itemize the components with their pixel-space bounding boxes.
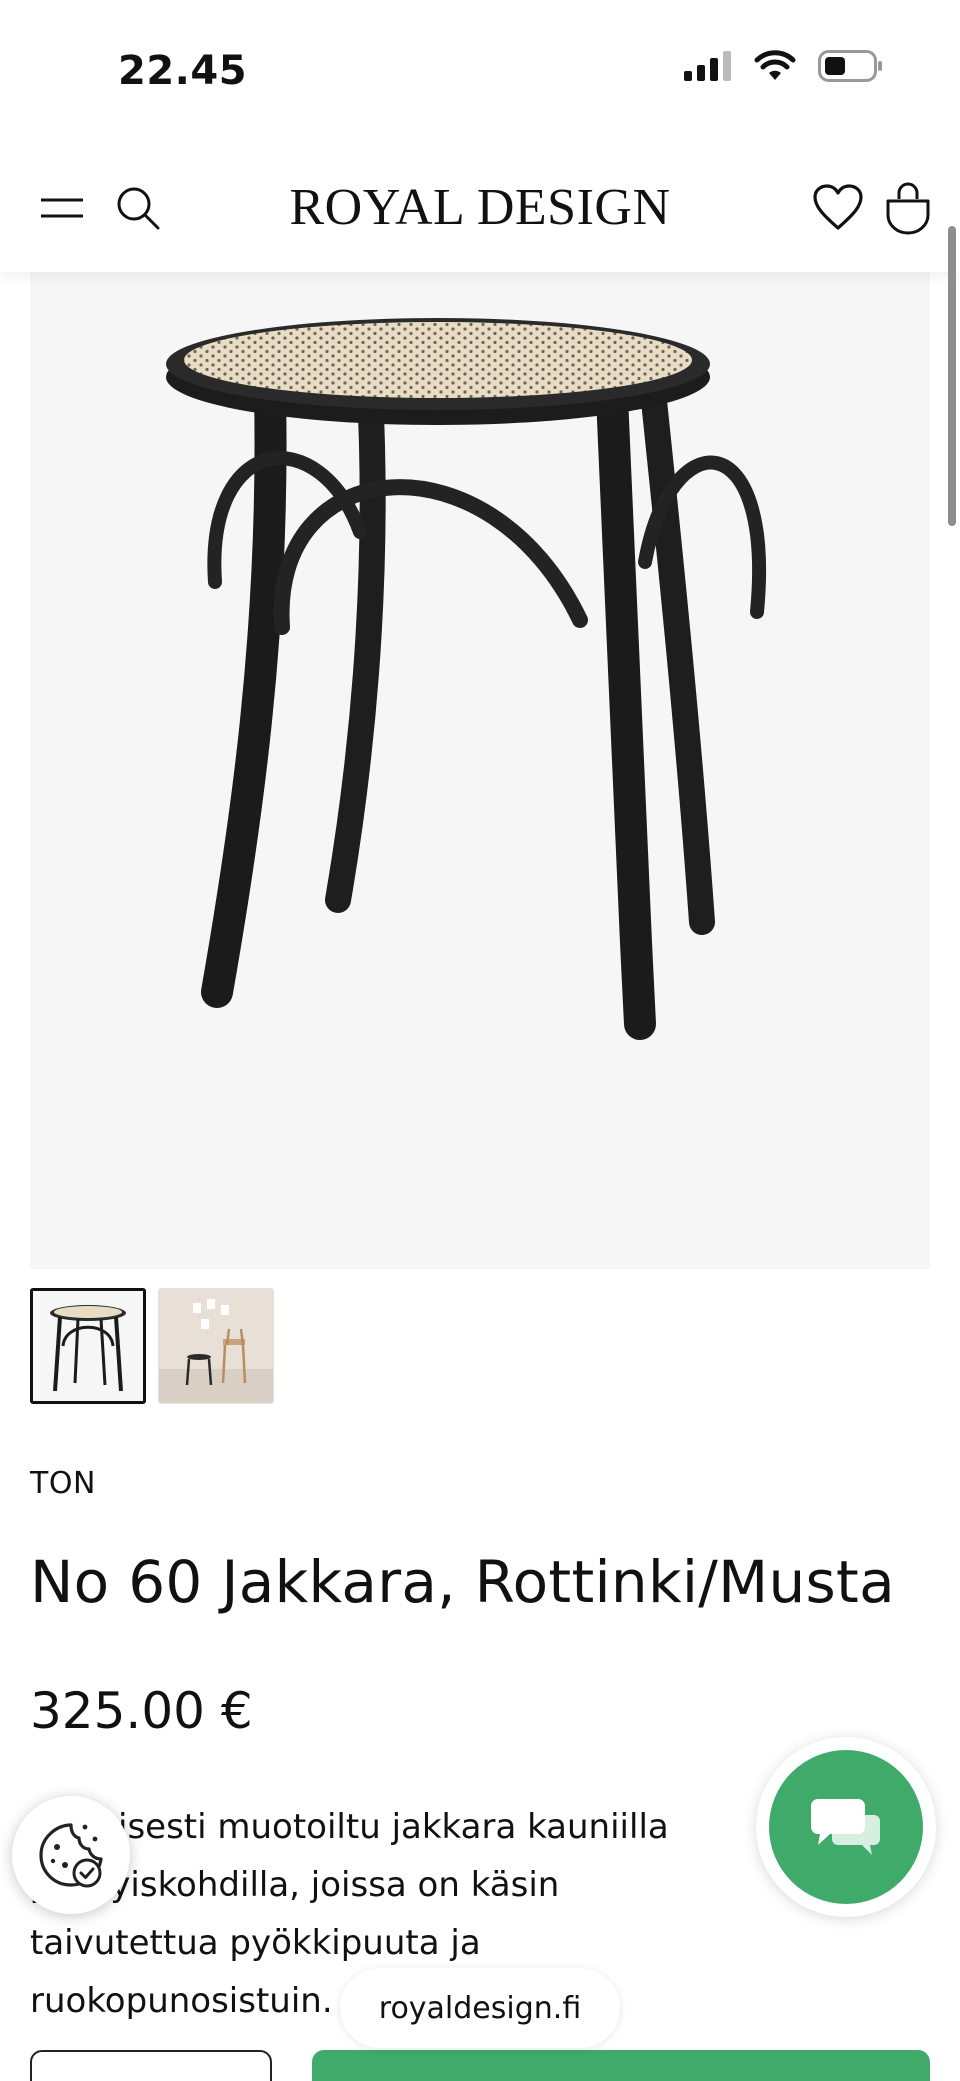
battery-icon (818, 50, 882, 82)
thumbnail-product[interactable] (30, 1288, 146, 1404)
product-price: 325.00 € (30, 1682, 253, 1740)
stool-thumbnail-icon (33, 1291, 143, 1401)
status-icons (684, 50, 884, 82)
image-thumbnails (30, 1288, 274, 1404)
cart-button[interactable] (880, 180, 936, 236)
status-time: 22.45 (118, 48, 248, 94)
chat-icon (811, 1799, 880, 1855)
cookie-settings-icon (39, 1823, 103, 1888)
heart-icon (813, 184, 863, 230)
product-main-image[interactable] (30, 272, 930, 1269)
cookie-settings-button[interactable] (12, 1796, 130, 1914)
add-to-cart-button[interactable] (312, 2050, 930, 2081)
quantity-selector[interactable] (30, 2050, 272, 2081)
wishlist-button[interactable] (810, 180, 866, 236)
thumbnail-lifestyle[interactable] (158, 1288, 274, 1404)
lifestyle-thumbnail-icon (159, 1289, 273, 1403)
chat-button-inner[interactable] (769, 1750, 923, 1904)
status-bar: 22.45 (0, 0, 960, 140)
product-brand[interactable]: TON (30, 1466, 96, 1501)
cellular-signal-icon (684, 51, 731, 81)
product-title: No 60 Jakkara, Rottinki/Musta (30, 1548, 895, 1616)
page-scrollbar[interactable] (948, 226, 956, 526)
browser-url-bar[interactable]: royaldesign.fi (340, 1968, 620, 2048)
stool-illustration (166, 318, 766, 1040)
site-header: ROYAL DESIGN (0, 140, 960, 272)
shopping-bag-icon (886, 182, 930, 235)
chat-button[interactable] (756, 1737, 936, 1917)
wifi-icon (754, 50, 796, 80)
